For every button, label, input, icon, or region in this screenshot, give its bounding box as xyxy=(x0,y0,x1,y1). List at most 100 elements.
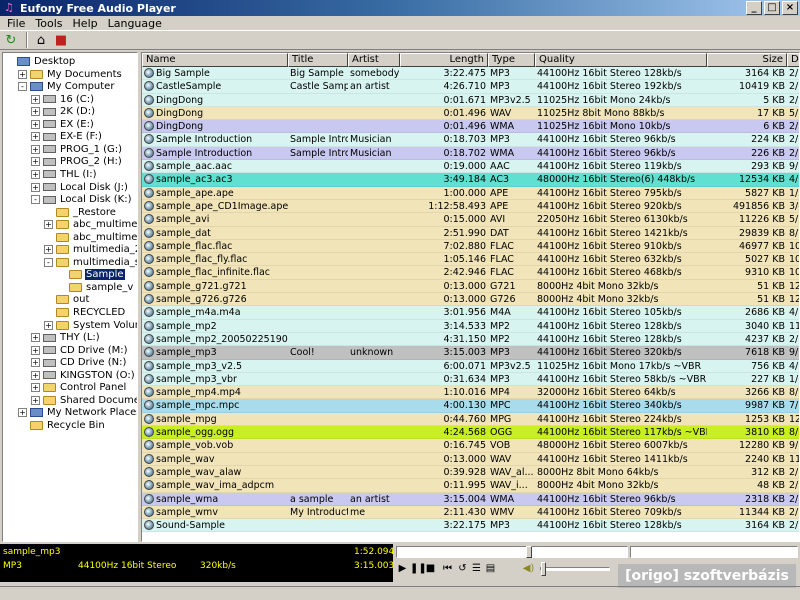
tree-item[interactable]: Desktop xyxy=(5,55,76,68)
menu-language[interactable]: Language xyxy=(103,17,167,30)
tree-item[interactable]: +16 (C:) xyxy=(31,93,95,106)
table-row[interactable]: sample_dat 2:51.990 DAT 44100Hz 16bit Stere… xyxy=(142,226,799,240)
table-row[interactable]: sample_mp3_vbr 0:31.634 MP3 44100Hz 16bit S… xyxy=(142,372,799,387)
table-row[interactable]: Sample Introduction Sample Intro...Musici… xyxy=(142,146,799,161)
expand-toggle[interactable]: + xyxy=(31,395,40,405)
table-row[interactable]: DingDong 0:01.496 WMA 11025Hz 16bit Mono 10… xyxy=(142,120,799,134)
book-icon[interactable]: ■ xyxy=(52,31,70,49)
tree-item[interactable]: - multimedia_sample xyxy=(44,256,137,269)
table-row[interactable]: CastleSample Castle Samplean artist 4:26.7… xyxy=(142,80,799,94)
expand-toggle[interactable]: - xyxy=(44,257,53,267)
pause-icon[interactable]: ❚❚ xyxy=(410,562,427,576)
expand-toggle[interactable]: + xyxy=(31,94,40,104)
repeat-icon[interactable]: ↺ xyxy=(456,562,469,576)
tree-item[interactable]: + Shared Documents xyxy=(31,394,137,407)
table-row[interactable]: sample_ape_CD1Image.ape 1:12:58.493 APE 441… xyxy=(142,199,799,214)
expand-toggle[interactable]: + xyxy=(31,107,40,117)
expand-toggle[interactable]: + xyxy=(31,132,40,142)
tree-item[interactable]: + abc_multimedia_tes xyxy=(44,218,137,231)
tree-item[interactable]: + multimedia_2 xyxy=(44,243,137,256)
table-row[interactable]: sample_flac_fly.flac 1:05.146 FLAC 44100Hz … xyxy=(142,253,799,267)
expand-toggle[interactable]: - xyxy=(18,82,27,92)
tree-item[interactable]: out xyxy=(44,293,90,306)
table-row[interactable]: sample_ac3.ac3 3:49.184 AC3 48000Hz 16bit S… xyxy=(142,173,799,187)
column-header-title[interactable]: Title xyxy=(288,53,348,67)
expand-toggle[interactable]: + xyxy=(44,220,53,230)
volume-thumb[interactable] xyxy=(541,562,546,576)
list-icon[interactable]: ▤ xyxy=(484,562,497,576)
table-row[interactable]: sample_wav_alaw 0:39.928 WAV_al... 8000Hz 8… xyxy=(142,465,799,480)
expand-toggle[interactable]: + xyxy=(44,245,53,255)
table-row[interactable]: sample_wma a sample an artist 3:15.004 WMA 44… xyxy=(142,492,799,506)
tree-item[interactable]: + THY (L:) xyxy=(31,331,101,344)
table-row[interactable]: sample_ogg.ogg 4:24.568 OGG 44100Hz 16bit S… xyxy=(142,426,799,440)
table-row[interactable]: sample_vob.vob 0:16.745 VOB 48000Hz 16bit S… xyxy=(142,439,799,453)
playlist-icon[interactable]: ☰ xyxy=(470,562,483,576)
menu-file[interactable]: File xyxy=(2,17,30,30)
expand-toggle[interactable]: - xyxy=(31,195,40,205)
tree-item[interactable]: + My Network Places xyxy=(18,406,137,419)
column-header-length[interactable]: Length xyxy=(400,53,488,67)
table-row[interactable]: sample_wav_ima_adpcm 0:11.995 WAV_i... 8000… xyxy=(142,479,799,493)
column-header-name[interactable]: Name xyxy=(142,53,288,67)
table-row[interactable]: Sound-Sample 3:22.175 MP3 44100Hz 16bit Ste… xyxy=(142,519,799,533)
tree-item[interactable]: - Local Disk (K:) xyxy=(31,193,132,206)
tree-item[interactable]: + PROG_1 (G:) xyxy=(31,143,123,156)
tree-item[interactable]: Sample xyxy=(57,268,125,281)
expand-toggle[interactable]: + xyxy=(31,383,40,393)
tree-item[interactable]: + EX (E:) xyxy=(31,118,95,131)
seek-thumb[interactable] xyxy=(525,546,532,558)
maximize-button[interactable]: □ xyxy=(764,1,780,15)
table-row[interactable]: DingDong 0:01.671 MP3v2.5 11025Hz 16bit Mon… xyxy=(142,93,799,107)
expand-toggle[interactable]: + xyxy=(31,119,40,129)
table-row[interactable]: sample_mp3 Cool! unknown 3:15.003 MP3 44100Hz… xyxy=(142,346,799,360)
tree-item[interactable]: abc_multimedia_tes xyxy=(44,231,137,244)
expand-toggle[interactable]: + xyxy=(44,320,53,330)
minimize-button[interactable]: _ xyxy=(746,1,762,15)
column-header-size[interactable]: Size xyxy=(707,53,787,67)
table-row[interactable]: sample_wmv My Introduct...me 2:11.430WMV 44… xyxy=(142,505,799,520)
table-row[interactable]: sample_m4a.m4a 3:01.956 M4A 44100Hz 16bit S… xyxy=(142,306,799,320)
table-row[interactable]: sample_flac.flac 7:02.880 FLAC 44100Hz 16bi… xyxy=(142,239,799,254)
play-icon[interactable]: ▶ xyxy=(396,562,409,576)
expand-toggle[interactable]: + xyxy=(31,182,40,192)
menu-help[interactable]: Help xyxy=(68,17,103,30)
expand-toggle[interactable]: + xyxy=(31,333,40,343)
tree-item[interactable]: + System Volume Info xyxy=(44,319,137,332)
tree-item[interactable]: + KINGSTON (O:) xyxy=(31,369,136,382)
table-row[interactable]: sample_wav 0:13.000 WAV 44100Hz 16bit Stere… xyxy=(142,452,799,466)
tree-item[interactable]: _Restore xyxy=(44,206,117,219)
table-row[interactable]: sample_mp2 3:14.533 MP2 44100Hz 16bit Stere… xyxy=(142,319,799,333)
table-row[interactable]: Sample Introduction Sample Intro...Musici… xyxy=(142,133,799,147)
table-row[interactable]: sample_g721.g721 0:13.000 G721 8000Hz 4bit … xyxy=(142,279,799,294)
table-row[interactable]: sample_mp3_v2.5 6:00.071 MP3v2.5 11025Hz 16… xyxy=(142,359,799,373)
tree-item[interactable]: + THL (I:) xyxy=(31,168,98,181)
home-icon[interactable]: ⌂ xyxy=(32,31,50,49)
expand-toggle[interactable]: + xyxy=(31,345,40,355)
table-row[interactable]: sample_flac_infinite.flac 2:42.946 FLAC 441… xyxy=(142,266,799,280)
table-row[interactable]: sample_avi 0:15.000 AVI 22050Hz 16bit Stere… xyxy=(142,213,799,227)
table-row[interactable]: sample_ape.ape 1:00.000 APE 44100Hz 16bit S… xyxy=(142,186,799,200)
expand-toggle[interactable]: + xyxy=(31,144,40,154)
table-row[interactable]: Big Sample Big Sample somebody 3:22.475 MP3 4… xyxy=(142,67,799,81)
column-header-quality[interactable]: Quality xyxy=(535,53,707,67)
tree-item[interactable]: + PROG_2 (H:) xyxy=(31,155,123,168)
table-row[interactable]: sample_mpc.mpc 4:00.130 MPC 44100Hz 16bit S… xyxy=(142,399,799,413)
tree-item[interactable]: sample_v xyxy=(57,281,134,294)
tree-item[interactable]: + EX-E (F:) xyxy=(31,130,103,143)
menu-tools[interactable]: Tools xyxy=(30,17,67,30)
expand-toggle[interactable]: + xyxy=(31,157,40,167)
tree-item[interactable]: Recycle Bin xyxy=(18,419,106,432)
tree-item[interactable]: +2K (D:) xyxy=(31,105,96,118)
table-row[interactable]: sample_mpg 0:44.760 MPG 44100Hz 16bit Stere… xyxy=(142,412,799,427)
expand-toggle[interactable]: + xyxy=(31,370,40,380)
seek-bar[interactable] xyxy=(396,546,628,558)
tree-item[interactable]: + My Documents xyxy=(18,68,123,81)
tree-item[interactable]: + Local Disk (J:) xyxy=(31,181,129,194)
column-header-date[interactable]: Date Mo xyxy=(787,53,799,67)
stop-icon[interactable]: ■ xyxy=(424,562,437,576)
table-row[interactable]: sample_g726.g726 0:13.000 G726 8000Hz 4bit … xyxy=(142,293,799,307)
table-row[interactable]: sample_mp2_20050225190822968 4:31.150MP2 4… xyxy=(142,332,799,347)
file-list[interactable]: NameTitleArtistLengthTypeQualitySizeDate… xyxy=(141,52,800,542)
expand-toggle[interactable]: + xyxy=(18,408,27,418)
